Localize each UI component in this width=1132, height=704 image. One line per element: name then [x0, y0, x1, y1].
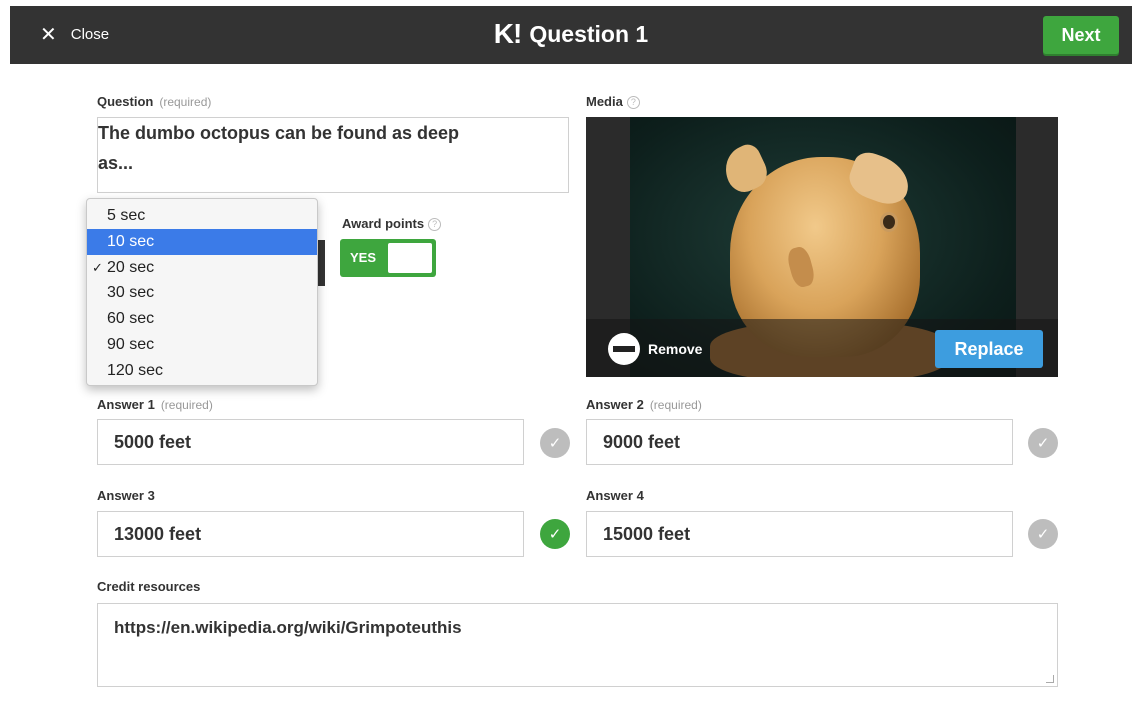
credit-label: Credit resources [97, 579, 201, 594]
help-icon[interactable]: ? [626, 96, 640, 110]
remove-media-button[interactable]: Remove [608, 333, 702, 365]
credit-input[interactable]: https://en.wikipedia.org/wiki/Grimpoteut… [97, 603, 1058, 687]
answer-4-correct-toggle[interactable]: ✓ [1028, 519, 1058, 549]
answer-4-input[interactable]: 15000 feet [586, 511, 1013, 557]
top-bar: ✕ Close K! Question 1 Next [10, 6, 1132, 64]
answer-4-value: 15000 feet [603, 524, 691, 544]
required-note: (required) [649, 398, 702, 412]
octopus-eye [880, 212, 898, 232]
remove-label: Remove [648, 341, 703, 357]
answer-1-correct-toggle[interactable]: ✓ [540, 428, 570, 458]
time-option[interactable]: 120 sec [87, 358, 317, 384]
answer-3-label: Answer 3 [97, 488, 155, 503]
time-option-label: 5 sec [107, 207, 146, 224]
page-title: Question 1 [529, 20, 649, 47]
answer-2-input[interactable]: 9000 feet [586, 419, 1013, 465]
answer-1-input[interactable]: 5000 feet [97, 419, 524, 465]
answer-2-correct-toggle[interactable]: ✓ [1028, 428, 1058, 458]
time-option-label: 10 sec [107, 232, 155, 250]
credit-value: https://en.wikipedia.org/wiki/Grimpoteut… [114, 618, 462, 637]
answer-label-text: Answer 1 [97, 397, 155, 412]
answer-4-label: Answer 4 [586, 488, 644, 503]
resize-handle[interactable] [1046, 675, 1054, 683]
checkmark-icon: ✓ [1036, 434, 1050, 452]
answer-3-correct-toggle[interactable]: ✓ [540, 519, 570, 549]
answer-2-value: 9000 feet [603, 432, 681, 452]
award-points-label-text: Award points [342, 216, 425, 231]
question-label: Question (required) [97, 94, 211, 109]
answer-label-text: Answer 2 [586, 397, 644, 412]
remove-icon [608, 333, 640, 365]
time-option-label: 30 sec [107, 284, 155, 302]
answer-1-value: 5000 feet [114, 432, 192, 452]
required-note: (required) [160, 398, 213, 412]
time-option[interactable]: 90 sec [87, 332, 317, 358]
time-option-label: 20 sec [107, 258, 155, 276]
checkmark-icon: ✓ [548, 525, 562, 543]
answer-2-label: Answer 2 (required) [586, 397, 702, 412]
checkmark-icon: ✓ [548, 434, 562, 452]
media-label: Media? [586, 94, 640, 110]
time-option[interactable]: 30 sec [87, 280, 317, 306]
media-panel: Remove Replace [586, 117, 1058, 377]
answer-label-text: Answer 3 [97, 488, 155, 503]
replace-media-button[interactable]: Replace [935, 330, 1043, 368]
question-text: The dumbo octopus can be found as deep a… [98, 123, 460, 173]
answer-1-label: Answer 1 (required) [97, 397, 213, 412]
question-required-note: (required) [159, 95, 212, 109]
time-option-selected[interactable]: ✓ 20 sec [87, 255, 317, 281]
answer-3-value: 13000 feet [114, 524, 202, 544]
answer-3-input[interactable]: 13000 feet [97, 511, 524, 557]
kahoot-logo: K! [493, 18, 523, 49]
toggle-knob [388, 243, 432, 273]
time-option-label: 120 sec [107, 361, 164, 379]
question-label-text: Question [97, 94, 154, 109]
next-button[interactable]: Next [1043, 16, 1119, 54]
toggle-label: YES [350, 250, 377, 265]
help-icon[interactable]: ? [428, 218, 442, 232]
checkmark-icon: ✓ [1036, 525, 1050, 543]
question-input[interactable]: The dumbo octopus can be found as deep a… [97, 117, 569, 193]
answer-label-text: Answer 4 [586, 488, 644, 503]
time-option[interactable]: 60 sec [87, 306, 317, 332]
media-action-bar: Remove Replace [586, 319, 1058, 377]
time-option-highlighted[interactable]: 10 sec [87, 228, 317, 255]
time-option-label: 60 sec [107, 310, 155, 328]
title-area: K! Question 1 [10, 20, 1132, 48]
time-option[interactable]: 5 sec [87, 203, 317, 229]
time-limit-dropdown: 5 sec 10 sec ✓ 20 sec 30 sec 60 sec 90 se… [86, 198, 318, 386]
award-points-label: Award points? [342, 216, 442, 232]
media-label-text: Media [586, 94, 623, 109]
checkmark-icon: ✓ [92, 259, 103, 275]
time-option-label: 90 sec [107, 335, 155, 353]
award-points-toggle[interactable]: YES [340, 239, 436, 277]
